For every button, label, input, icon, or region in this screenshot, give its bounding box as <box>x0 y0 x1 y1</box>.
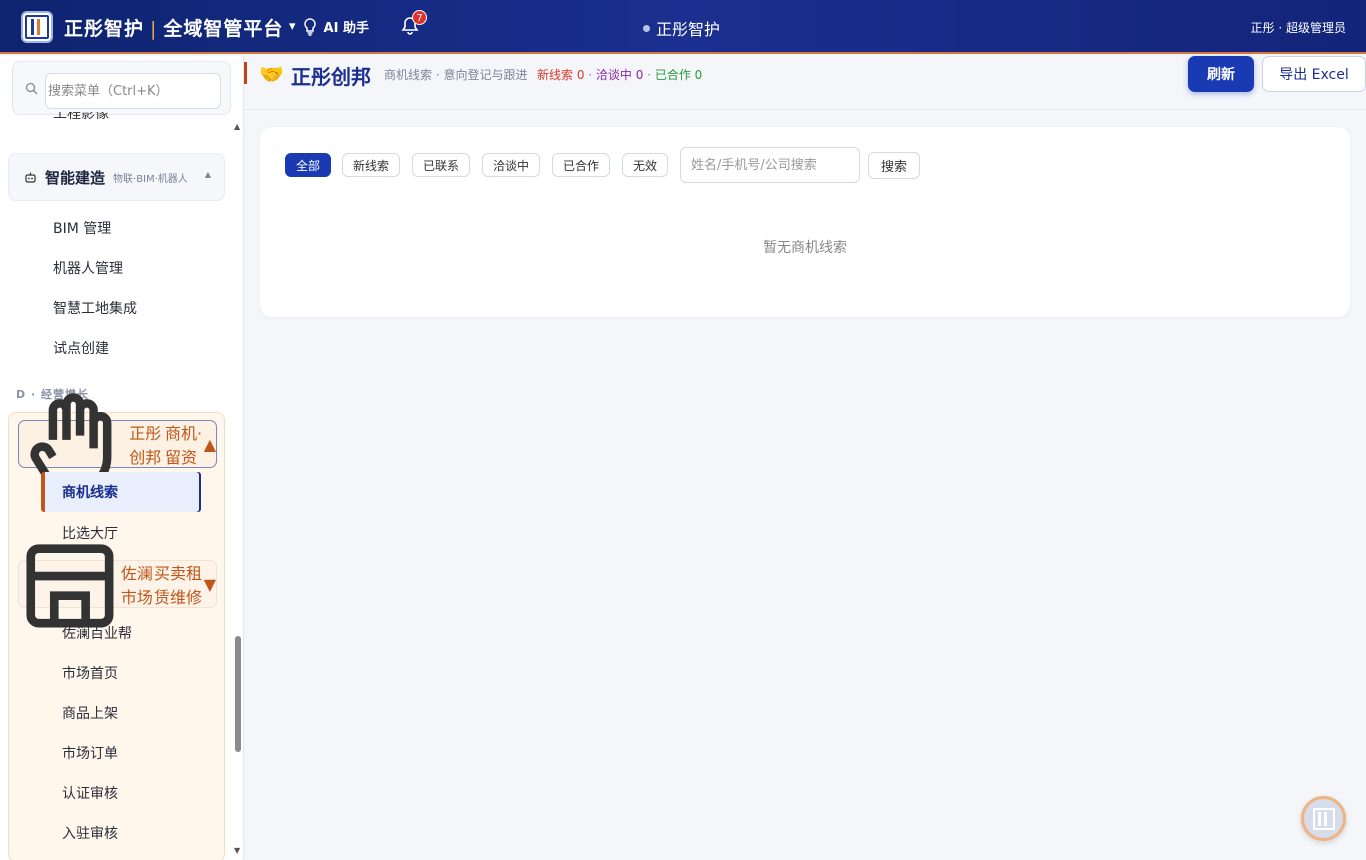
stat-cooperated: 已合作 0 <box>654 68 703 82</box>
center-title-text: 正彤智护 <box>656 20 721 39</box>
user-menu[interactable]: 正彤 · 超级管理员 <box>1251 19 1346 36</box>
stat-negotiating: 洽谈中 0 <box>595 68 644 82</box>
chevron-up-icon: ▲ <box>203 434 216 454</box>
lightbulb-icon <box>303 17 316 36</box>
handshake-icon: 🤝 <box>259 62 284 86</box>
sidebar-item-bim[interactable]: BIM 管理 <box>53 218 111 238</box>
sidebar-item-entry-review[interactable]: 入驻审核 <box>62 823 118 843</box>
filter-new[interactable]: 新线索 <box>342 153 401 177</box>
sidebar-group-smart-build[interactable]: 智能建造 物联·BIM·机器人 ▲ <box>8 153 225 201</box>
export-excel-button[interactable]: 导出 Excel <box>1262 56 1366 92</box>
floating-assistant-button[interactable] <box>1301 796 1346 841</box>
page-header: 🤝 正彤创邦 商机线索 · 意向登记与跟进 新线索 0 · 洽谈中 0 · 已合… <box>244 56 1366 110</box>
ai-assistant-button[interactable]: ▾ AI 助手 <box>289 17 369 36</box>
ai-assistant-label: AI 助手 <box>323 21 369 36</box>
group-title: 智能建造 <box>45 168 106 187</box>
sidebar-item-cert-review[interactable]: 认证审核 <box>62 783 118 803</box>
search-button[interactable]: 搜索 <box>868 152 920 179</box>
filter-all[interactable]: 全部 <box>285 153 332 177</box>
status-dot-icon <box>643 24 650 32</box>
sidebar-item-pilot[interactable]: 试点创建 <box>53 338 109 358</box>
scroll-up-icon[interactable]: ▲ <box>234 122 240 131</box>
scroll-down-icon[interactable]: ▼ <box>234 846 240 855</box>
sidebar-item-smart-site[interactable]: 智慧工地集成 <box>53 298 137 318</box>
search-icon <box>25 82 38 95</box>
store-icon <box>26 544 114 628</box>
empty-state: 暂无商机线索 <box>763 240 847 256</box>
page-title: 正彤创邦 <box>291 65 371 89</box>
group-subtitle: 物联·BIM·机器人 <box>113 173 188 185</box>
lead-search-input[interactable] <box>680 147 860 183</box>
platform-name: 全域智管平台 <box>163 18 284 40</box>
filter-negotiating[interactable]: 洽谈中 <box>482 153 541 177</box>
logo-icon <box>1312 807 1335 830</box>
menu-search-input[interactable] <box>45 73 221 109</box>
sidebar-item-market-home[interactable]: 市场首页 <box>62 663 118 683</box>
chevron-up-icon: ▲ <box>204 170 211 179</box>
accent-bar <box>244 62 247 84</box>
sidebar: ▲ 工程影像 智能建造 物联·BIM·机器人 ▲ BIM 管理 机器人管理 智慧… <box>0 56 244 860</box>
filter-cooperated[interactable]: 已合作 <box>552 153 611 177</box>
group-title: 正彤创邦 <box>129 424 162 467</box>
filter-contacted[interactable]: 已联系 <box>412 153 471 177</box>
sidebar-group-zuolan-market[interactable]: 佐澜市场 买卖租赁维修 ▼ <box>18 544 217 628</box>
sidebar-group-zhengtong-chuangbang[interactable]: 正彤创邦 商机·留资 ▲ <box>18 393 217 495</box>
filter-invalid[interactable]: 无效 <box>622 153 669 177</box>
sidebar-item-biz-leads[interactable]: 商机线索 <box>41 472 201 512</box>
sidebar-item-product-listing[interactable]: 商品上架 <box>62 703 118 723</box>
center-title: 正彤智护 <box>643 16 720 40</box>
leads-card: 全部 新线索 已联系 洽谈中 已合作 无效 搜索 暂无商机线索 <box>260 127 1350 317</box>
stat-separator: · <box>584 68 596 82</box>
group-subtitle: 买卖租赁维修 <box>154 564 203 607</box>
menu-search <box>12 61 231 115</box>
page-subtitle: 商机线索 · 意向登记与跟进 <box>384 68 528 82</box>
biz-panel: 正彤创邦 商机·留资 ▲ 商机线索 比选大厅 佐澜市场 买卖租赁维修 ▼ 佐澜百… <box>8 393 225 860</box>
robot-icon <box>25 172 36 183</box>
sidebar-item-zuolan-baiye[interactable]: 佐澜百业帮 <box>62 623 132 643</box>
chevron-down-icon: ▼ <box>203 574 216 594</box>
group-subtitle: 商机·留资 <box>165 424 203 467</box>
stat-new-leads: 新线索 0 <box>537 68 585 82</box>
top-bar: 正彤智护 | 全域智管平台 ▾ AI 助手 7 正彤智护 正彤 · 超级管理员 <box>0 0 1366 54</box>
sidebar-item-label: 商机线索 <box>62 485 118 501</box>
sidebar-scrollbar[interactable] <box>235 636 241 752</box>
refresh-button[interactable]: 刷新 <box>1188 56 1254 92</box>
caret-down-icon: ▾ <box>289 19 296 34</box>
sidebar-item-robot[interactable]: 机器人管理 <box>53 258 123 278</box>
group-title: 佐澜市场 <box>120 564 153 607</box>
stat-separator: · <box>643 68 655 82</box>
lead-stats: 新线索 0 · 洽谈中 0 · 已合作 0 <box>537 66 702 83</box>
brand-title: 正彤智护 | 全域智管平台 <box>64 18 284 40</box>
brand-name: 正彤智护 <box>64 18 145 40</box>
notification-badge: 7 <box>412 10 427 25</box>
sidebar-item-engineering-images[interactable]: 工程影像 <box>53 112 109 130</box>
app-logo[interactable] <box>21 11 53 43</box>
sidebar-item-market-orders[interactable]: 市场订单 <box>62 743 118 763</box>
